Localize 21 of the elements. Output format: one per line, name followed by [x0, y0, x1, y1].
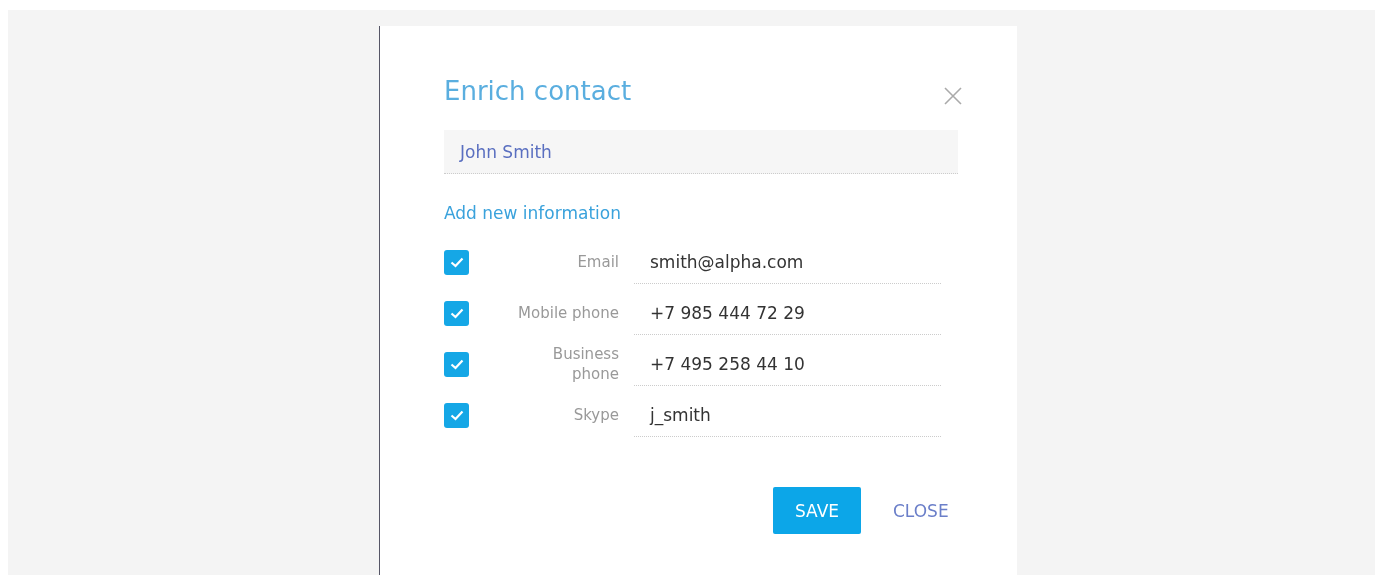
input-field[interactable]: smith@alpha.com: [634, 241, 941, 284]
contact-name-field[interactable]: John Smith: [444, 130, 958, 174]
input-field[interactable]: +7 985 444 72 29: [634, 292, 941, 335]
dialog-title: Enrich contact: [444, 76, 632, 106]
check-icon: [449, 359, 464, 370]
input-field[interactable]: +7 495 258 44 10: [634, 343, 941, 386]
close-icon[interactable]: [944, 87, 962, 105]
field-label: Skype: [573, 405, 619, 426]
input-field[interactable]: j_smith: [634, 394, 941, 437]
field-label: Email: [577, 252, 619, 273]
checkbox[interactable]: [444, 301, 469, 326]
checkbox[interactable]: [444, 352, 469, 377]
field-label: Business phone: [551, 345, 619, 384]
check-icon: [449, 308, 464, 319]
check-icon: [449, 410, 464, 421]
checkbox[interactable]: [444, 403, 469, 428]
close-button[interactable]: CLOSE: [893, 500, 949, 521]
field-label: Mobile phone: [518, 303, 619, 324]
section-title: Add new information: [444, 203, 621, 223]
check-icon: [449, 257, 464, 268]
checkbox[interactable]: [444, 250, 469, 275]
